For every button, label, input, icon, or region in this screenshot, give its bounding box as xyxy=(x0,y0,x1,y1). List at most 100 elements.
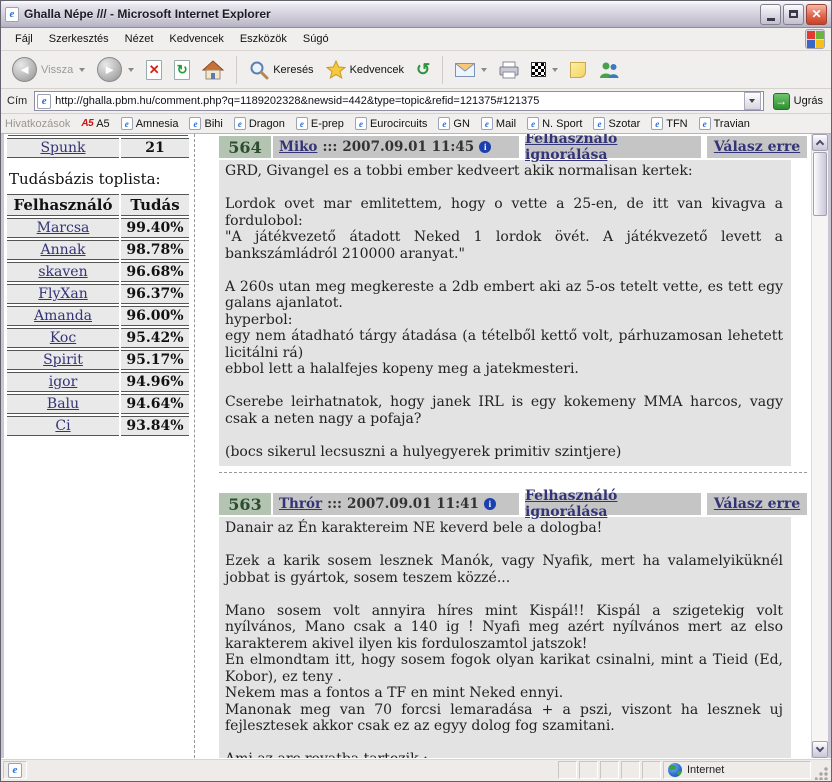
post-number: 563 xyxy=(219,493,271,515)
ignore-user-link[interactable]: Felhasználó ignorálása xyxy=(525,488,701,520)
messenger-button[interactable] xyxy=(593,58,625,82)
toplist-col-value: Tudás xyxy=(121,194,189,216)
scrollbar-track[interactable] xyxy=(812,217,828,741)
scrollbar-thumb[interactable] xyxy=(813,152,827,216)
link-a5[interactable]: A5A5 xyxy=(77,117,113,131)
window-title: Ghalla Népe /// - Microsoft Internet Exp… xyxy=(24,7,758,21)
vertical-scrollbar[interactable] xyxy=(811,134,828,758)
mail-dropdown-icon xyxy=(481,68,487,72)
scroll-up-button[interactable] xyxy=(812,134,828,151)
menu-help[interactable]: Súgó xyxy=(295,30,337,48)
toplist-user-link[interactable]: Amanda xyxy=(34,308,92,324)
sidebar-user-value: 21 xyxy=(121,138,189,158)
menu-file[interactable]: Fájl xyxy=(7,30,41,48)
toplist-user-link[interactable]: Spirit xyxy=(43,352,83,368)
refresh-button[interactable]: ↻ xyxy=(169,57,195,83)
ie-page-icon: e xyxy=(355,117,367,130)
post-author-link[interactable]: Thrór xyxy=(279,496,322,512)
refresh-icon: ↻ xyxy=(174,60,190,80)
link-label: Amnesia xyxy=(136,118,179,130)
close-button[interactable]: ✕ xyxy=(806,4,827,25)
menu-view[interactable]: Nézet xyxy=(117,30,162,48)
toplist-user-link[interactable]: Marcsa xyxy=(37,220,90,236)
info-icon[interactable]: i xyxy=(479,141,491,153)
link-eprep[interactable]: eE-prep xyxy=(292,116,348,131)
menu-bar: Fájl Szerkesztés Nézet Kedvencek Eszközö… xyxy=(1,28,831,51)
toplist-user-link[interactable]: Balu xyxy=(47,396,79,412)
home-icon xyxy=(202,60,224,80)
minimize-button[interactable] xyxy=(760,4,781,25)
post-author-link[interactable]: Miko xyxy=(279,139,317,155)
reply-link[interactable]: Válasz erre xyxy=(714,139,800,155)
link-mail[interactable]: eMail xyxy=(477,116,520,131)
table-row: Spunk 21 xyxy=(7,138,189,158)
toplist-user-link[interactable]: Annak xyxy=(41,242,86,258)
home-button[interactable] xyxy=(197,57,229,83)
favorites-label: Kedvencek xyxy=(350,64,404,76)
address-input[interactable]: e http://ghalla.pbm.hu/comment.php?q=118… xyxy=(34,91,763,111)
link-szotar[interactable]: eSzotar xyxy=(589,116,644,131)
toplist-user-link[interactable]: Ci xyxy=(55,418,70,434)
toplist-col-user: Felhasználó xyxy=(7,194,119,216)
notes-button[interactable] xyxy=(565,59,591,81)
mail-button[interactable] xyxy=(450,60,492,80)
favorites-star-icon xyxy=(326,60,346,79)
address-dropdown-button[interactable] xyxy=(744,92,761,110)
info-icon[interactable]: i xyxy=(484,498,496,510)
windows-logo-icon xyxy=(805,29,825,49)
menu-tools[interactable]: Eszközök xyxy=(232,30,295,48)
link-amnesia[interactable]: eAmnesia xyxy=(117,116,183,131)
link-label: E-prep xyxy=(311,118,344,130)
link-gn[interactable]: eGN xyxy=(434,116,474,131)
back-button[interactable]: ◄ Vissza xyxy=(7,54,90,85)
edit-button[interactable] xyxy=(526,59,563,80)
security-zone-cell: Internet xyxy=(663,761,811,779)
history-button[interactable]: ↺ xyxy=(411,58,435,81)
chevron-down-icon xyxy=(749,99,755,103)
forum-post: 564 Miko ::: 2007.09.01 11:45 i Felhaszn… xyxy=(219,136,807,466)
forum-post: 563 Thrór ::: 2007.09.01 11:41 i Felhasz… xyxy=(219,493,807,758)
maximize-button[interactable] xyxy=(783,4,804,25)
print-button[interactable] xyxy=(494,58,524,82)
toplist-value: 95.42% xyxy=(121,328,189,348)
ie-page-icon: e xyxy=(651,117,663,130)
ie-page-icon: e xyxy=(593,117,605,130)
status-cell xyxy=(579,761,598,779)
menu-favorites[interactable]: Kedvencek xyxy=(161,30,231,48)
forum-thread: 564 Miko ::: 2007.09.01 11:45 i Felhaszn… xyxy=(197,134,828,758)
link-bihi[interactable]: eBihi xyxy=(185,116,226,131)
toplist-user-link[interactable]: Koc xyxy=(50,330,76,346)
toplist-user-link[interactable]: FlyXan xyxy=(38,286,87,302)
go-button[interactable]: → Ugrás xyxy=(769,92,827,111)
scroll-down-button[interactable] xyxy=(812,741,828,758)
internet-globe-icon xyxy=(668,763,682,777)
edit-dropdown-icon xyxy=(552,68,558,72)
toplist-user-link[interactable]: igor xyxy=(49,374,78,390)
link-nsport[interactable]: eN. Sport xyxy=(523,116,586,131)
favorites-button[interactable]: Kedvencek xyxy=(321,57,409,82)
resize-grip[interactable] xyxy=(815,766,829,780)
address-url: http://ghalla.pbm.hu/comment.php?q=11892… xyxy=(55,95,739,107)
menu-edit[interactable]: Szerkesztés xyxy=(41,30,117,48)
chevron-up-icon xyxy=(816,140,824,148)
link-tfn[interactable]: eTFN xyxy=(647,116,691,131)
link-dragon[interactable]: eDragon xyxy=(230,116,289,131)
toplist-title: Tudásbázis toplista: xyxy=(9,170,189,188)
status-page-cell: e xyxy=(3,761,27,779)
link-eurocircuits[interactable]: eEurocircuits xyxy=(351,116,431,131)
sidebar-user-link[interactable]: Spunk xyxy=(40,140,85,156)
reply-link[interactable]: Válasz erre xyxy=(714,496,800,512)
table-row: FlyXan96.37% xyxy=(7,284,189,304)
mail-icon xyxy=(455,63,475,77)
toplist-value: 96.00% xyxy=(121,306,189,326)
forward-button[interactable]: ► xyxy=(92,54,139,85)
toplist-user-link[interactable]: skaven xyxy=(38,264,87,280)
links-bar-label: Hivatkozások xyxy=(5,118,70,130)
link-travian[interactable]: eTravian xyxy=(695,116,754,131)
stop-button[interactable]: ✕ xyxy=(141,57,167,83)
address-label: Cím xyxy=(5,95,29,107)
ignore-user-link[interactable]: Felhasználó ignorálása xyxy=(525,134,701,163)
messenger-icon xyxy=(598,61,620,79)
table-row: Marcsa99.40% xyxy=(7,218,189,238)
search-button[interactable]: Keresés xyxy=(244,57,318,83)
